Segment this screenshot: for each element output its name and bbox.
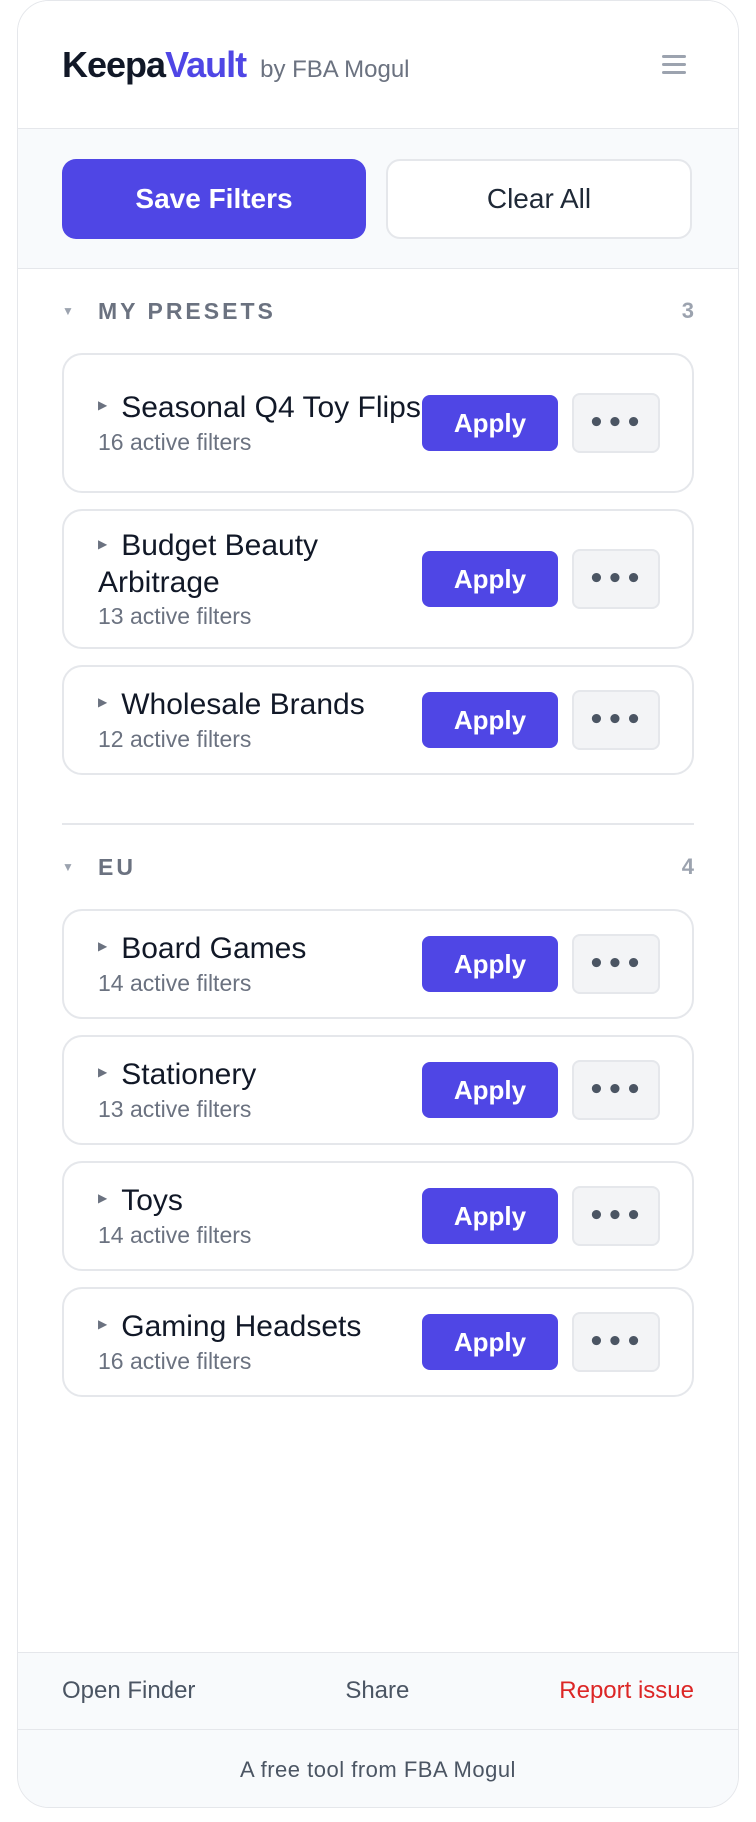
preset-filter-count: 16 active filters bbox=[98, 429, 252, 456]
report-issue-link[interactable]: Report issue bbox=[559, 1677, 694, 1705]
presets-content: ▼ MY PRESETS 3 ▶ Seasonal Q4 Toy Flips 16… bbox=[18, 269, 738, 1397]
brand-name-part1: Keepa bbox=[62, 43, 166, 85]
section-title: EU bbox=[98, 853, 136, 880]
preset-filter-count: 14 active filters bbox=[98, 970, 252, 997]
preset-name: Budget Beauty Arbitrage bbox=[98, 529, 319, 599]
brand-logo: Keepa Vault by FBA Mogul bbox=[62, 44, 410, 86]
preset-card: ▶ Wholesale Brands 12 active filters Appl… bbox=[62, 665, 694, 775]
more-options-icon[interactable]: ••• bbox=[572, 1312, 660, 1372]
preset-name: Stationery bbox=[121, 1057, 257, 1091]
preset-card: ▶ Board Games 14 active filters Apply ••• bbox=[62, 909, 694, 1019]
preset-name: Gaming Headsets bbox=[121, 1309, 362, 1343]
apply-button[interactable]: Apply bbox=[422, 936, 558, 992]
preset-filter-count: 12 active filters bbox=[98, 726, 252, 753]
section-header-my-presets[interactable]: ▼ MY PRESETS 3 bbox=[62, 269, 694, 353]
section-count: 4 bbox=[681, 854, 694, 879]
brand-name-part2: Vault bbox=[165, 43, 247, 85]
section-title: MY PRESETS bbox=[98, 297, 276, 324]
expand-triangle-icon[interactable]: ▶ bbox=[98, 527, 107, 562]
section-count: 3 bbox=[681, 298, 694, 323]
more-options-icon[interactable]: ••• bbox=[572, 1060, 660, 1120]
more-options-icon[interactable]: ••• bbox=[572, 1186, 660, 1246]
expand-triangle-icon[interactable]: ▶ bbox=[98, 685, 107, 720]
clear-all-button[interactable]: Clear All bbox=[386, 158, 692, 239]
apply-button[interactable]: Apply bbox=[422, 1188, 558, 1244]
expand-triangle-icon[interactable]: ▶ bbox=[98, 929, 107, 964]
more-options-icon[interactable]: ••• bbox=[572, 549, 660, 609]
save-filters-button[interactable]: Save Filters bbox=[62, 158, 366, 239]
preset-card: ▶ Seasonal Q4 Toy Flips 16 active filters… bbox=[62, 353, 694, 493]
expand-triangle-icon[interactable]: ▶ bbox=[98, 388, 107, 423]
apply-button[interactable]: Apply bbox=[422, 1314, 558, 1370]
toolbar: Save Filters Clear All bbox=[18, 129, 738, 269]
share-link[interactable]: Share bbox=[345, 1677, 409, 1705]
extension-panel: Keepa Vault by FBA Mogul Save Filters Cl… bbox=[17, 0, 739, 1808]
preset-filter-count: 14 active filters bbox=[98, 1222, 252, 1249]
expand-triangle-icon[interactable]: ▶ bbox=[98, 1181, 107, 1216]
more-options-icon[interactable]: ••• bbox=[572, 934, 660, 994]
preset-filter-count: 16 active filters bbox=[98, 1348, 252, 1375]
footer-note: A free tool from FBA Mogul bbox=[18, 1730, 738, 1807]
preset-name: Board Games bbox=[121, 931, 307, 965]
preset-name: Wholesale Brands bbox=[121, 687, 365, 721]
footer-links: Open Finder Share Report issue bbox=[18, 1652, 738, 1730]
preset-card: ▶ Gaming Headsets 16 active filters Apply… bbox=[62, 1287, 694, 1397]
preset-card: ▶ Stationery 13 active filters Apply ••• bbox=[62, 1035, 694, 1145]
more-options-icon[interactable]: ••• bbox=[572, 393, 660, 453]
more-options-icon[interactable]: ••• bbox=[572, 690, 660, 750]
apply-button[interactable]: Apply bbox=[422, 692, 558, 748]
hamburger-menu-icon[interactable] bbox=[654, 45, 694, 85]
apply-button[interactable]: Apply bbox=[422, 551, 558, 607]
preset-filter-count: 13 active filters bbox=[98, 602, 252, 629]
expand-triangle-icon[interactable]: ▶ bbox=[98, 1307, 107, 1342]
preset-name: Seasonal Q4 Toy Flips bbox=[121, 390, 421, 424]
preset-card: ▶ Toys 14 active filters Apply ••• bbox=[62, 1161, 694, 1271]
collapse-caret-icon: ▼ bbox=[62, 304, 74, 318]
section-header-eu[interactable]: ▼ EU 4 bbox=[62, 825, 694, 909]
header: Keepa Vault by FBA Mogul bbox=[18, 1, 738, 129]
preset-card: ▶ Budget Beauty Arbitrage 13 active filte… bbox=[62, 509, 694, 649]
preset-name: Toys bbox=[121, 1183, 183, 1217]
apply-button[interactable]: Apply bbox=[422, 395, 558, 451]
collapse-caret-icon: ▼ bbox=[62, 860, 74, 874]
brand-byline: by FBA Mogul bbox=[260, 55, 410, 83]
preset-filter-count: 13 active filters bbox=[98, 1096, 252, 1123]
apply-button[interactable]: Apply bbox=[422, 1062, 558, 1118]
open-finder-link[interactable]: Open Finder bbox=[62, 1677, 195, 1705]
expand-triangle-icon[interactable]: ▶ bbox=[98, 1055, 107, 1090]
